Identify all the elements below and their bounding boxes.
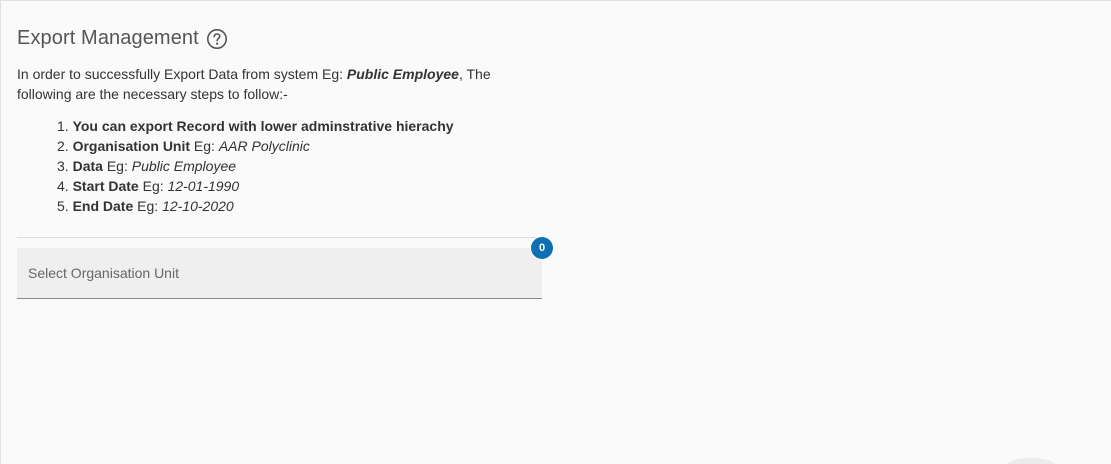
question-circle-icon[interactable] [206,28,228,50]
step-eg: Eg: [102,158,132,174]
step-item: 1. You can export Record with lower admi… [57,116,454,136]
step-item: 4. Start Date Eg: 12-01-1990 [57,176,454,196]
corner-shadow [1006,458,1056,464]
page-header: Export Management [17,27,228,50]
step-label: You can export Record with lower adminst… [72,118,454,134]
step-number: 1. [57,118,69,134]
step-item: 5. End Date Eg: 12-10-2020 [57,196,454,216]
step-label: Organisation Unit [72,138,191,154]
step-number: 4. [57,178,69,194]
step-label: Data [72,158,103,174]
step-label: Start Date [72,178,139,194]
step-eg: Eg: [133,198,163,214]
step-number: 2. [57,138,69,154]
export-management-page: Export Management In order to successful… [0,0,1111,464]
step-example: Public Employee [131,158,237,174]
intro-text-before: In order to successfully Export Data fro… [17,66,347,82]
intro-example: Public Employee [346,66,459,82]
step-example: AAR Polyclinic [218,138,310,154]
step-item: 3. Data Eg: Public Employee [57,156,454,176]
step-example: 12-01-1990 [167,178,240,194]
step-eg: Eg: [138,178,168,194]
step-item: 2. Organisation Unit Eg: AAR Polyclinic [57,136,454,156]
step-number: 3. [57,158,69,174]
step-number: 5. [57,198,69,214]
divider [17,237,542,238]
organisation-unit-select[interactable]: Select Organisation Unit [17,248,542,299]
step-eg: Eg: [190,138,219,154]
selected-count-badge: 0 [531,237,553,259]
step-label: End Date [72,198,134,214]
steps-list: 1. You can export Record with lower admi… [17,116,454,216]
page-title: Export Management [17,27,199,49]
step-example: 12-10-2020 [162,198,234,214]
organisation-unit-placeholder: Select Organisation Unit [28,265,179,281]
intro-text: In order to successfully Export Data fro… [17,64,547,104]
